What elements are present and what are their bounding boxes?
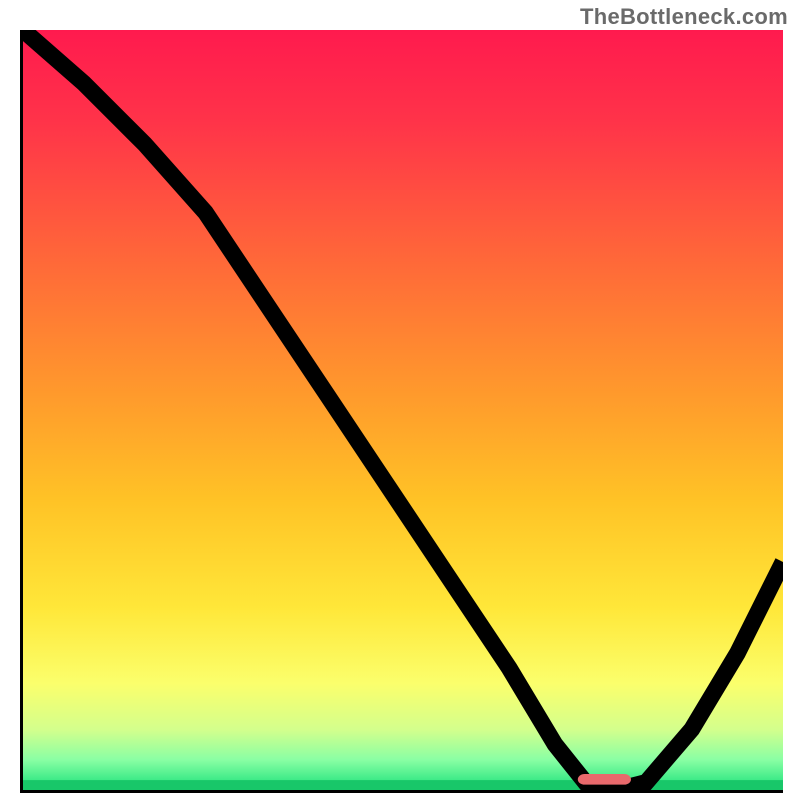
optimal-marker (578, 774, 631, 785)
bottleneck-chart (23, 30, 783, 790)
chart-plot-area (20, 30, 783, 793)
watermark-label: TheBottleneck.com (580, 4, 788, 30)
bottom-stripe (23, 780, 783, 790)
